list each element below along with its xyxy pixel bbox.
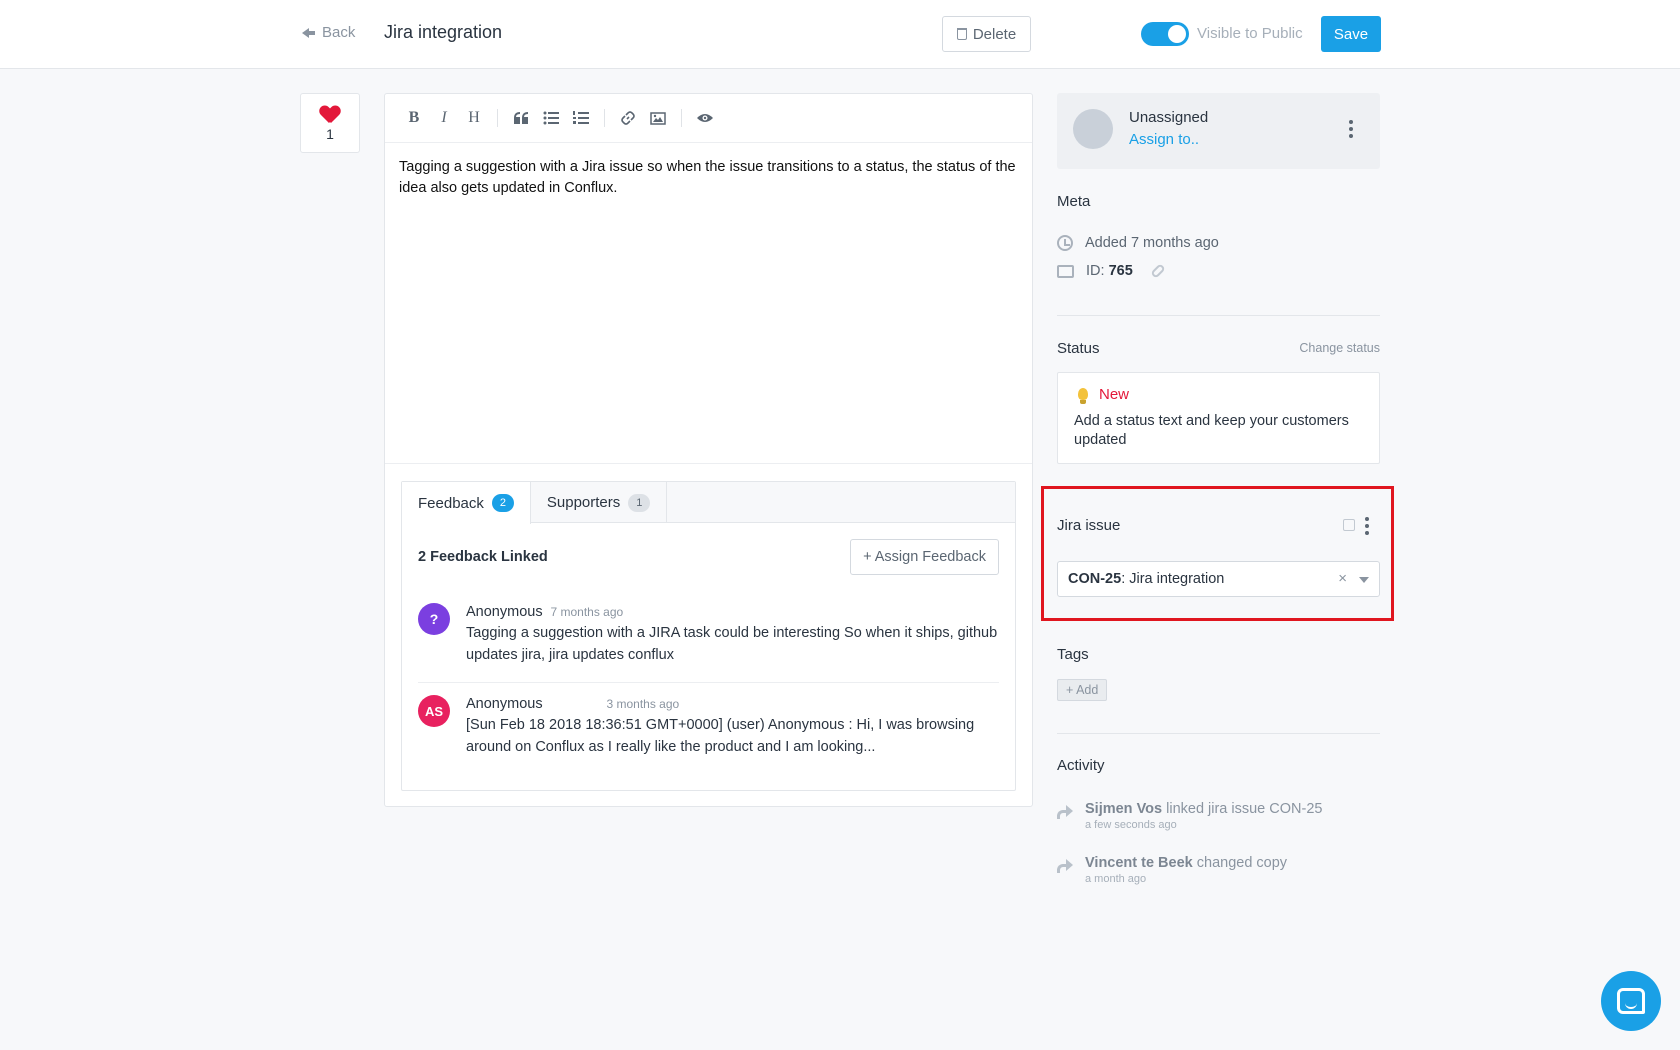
jira-issue-select[interactable]: CON-25 : Jira integration × — [1057, 561, 1380, 597]
feedback-text: Tagging a suggestion with a JIRA task co… — [466, 625, 998, 663]
vote-box[interactable]: 1 — [300, 93, 360, 153]
chat-launcher-button[interactable] — [1601, 971, 1661, 1031]
tags-title: Tags — [1057, 646, 1089, 663]
jira-issue-key: CON-25 — [1068, 571, 1122, 587]
divider — [1057, 733, 1380, 734]
image-icon[interactable] — [643, 103, 673, 133]
supporters-count-badge: 1 — [628, 493, 651, 512]
delete-label: Delete — [972, 25, 1017, 43]
more-vertical-icon[interactable] — [1365, 517, 1369, 535]
feedback-time: 7 months ago — [550, 605, 624, 619]
chat-icon — [1617, 988, 1645, 1014]
link-icon[interactable] — [613, 103, 643, 133]
avatar — [1073, 109, 1113, 149]
editor: B I H Tagging a suggestion with a Jira i… — [384, 93, 1033, 807]
change-status-link[interactable]: Change status — [1299, 341, 1380, 355]
feedback-header: 2 Feedback Linked + Assign Feedback — [418, 539, 999, 575]
activity-actor[interactable]: Sijmen Vos — [1085, 801, 1162, 817]
add-tag-button[interactable]: + Add — [1057, 679, 1108, 701]
save-button[interactable]: Save — [1321, 16, 1381, 52]
vote-count: 1 — [326, 126, 334, 142]
link-icon[interactable] — [1149, 263, 1166, 279]
activity-actor[interactable]: Vincent te Beek — [1085, 855, 1193, 871]
feedback-body: Anonymous 7 months ago Tagging a suggest… — [466, 603, 999, 682]
trash-icon — [956, 28, 967, 40]
status-description: Add a status text and keep your customer… — [1074, 413, 1349, 448]
visible-to-public-toggle[interactable] — [1141, 22, 1189, 46]
divider — [1057, 315, 1380, 316]
editor-content[interactable]: Tagging a suggestion with a Jira issue s… — [385, 143, 1032, 463]
assign-feedback-button[interactable]: + Assign Feedback — [850, 539, 999, 575]
back-link[interactable]: Back — [302, 24, 355, 41]
external-link-icon[interactable] — [1343, 519, 1355, 531]
feedback-count-badge: 2 — [491, 494, 514, 512]
jira-issue-title: Jira issue — [1057, 517, 1121, 534]
meta-id-value: 765 — [1108, 263, 1133, 279]
clear-icon[interactable]: × — [1338, 570, 1347, 587]
feedback-item[interactable]: ? Anonymous 7 months ago Tagging a sugge… — [418, 603, 999, 683]
italic-button[interactable]: I — [429, 103, 459, 133]
assignee-card: Unassigned Assign to.. — [1057, 93, 1380, 169]
toolbar-divider — [604, 109, 605, 127]
feedback-tabs: Feedback 2 Supporters 1 — [402, 482, 1015, 524]
ticket-icon — [1057, 264, 1074, 278]
jira-issue-summary: : Jira integration — [1121, 571, 1225, 587]
share-arrow-icon — [1057, 805, 1073, 819]
feedback-panel: Feedback 2 Supporters 1 2 Feedback Linke… — [401, 481, 1016, 791]
meta-added: Added 7 months ago — [1057, 235, 1219, 251]
activity-time: a month ago — [1085, 873, 1147, 885]
top-bar: Back Jira integration Delete Visible to … — [0, 0, 1680, 69]
feedback-author: Anonymous — [466, 604, 543, 620]
quote-icon[interactable] — [506, 103, 536, 133]
meta-title: Meta — [1057, 193, 1091, 210]
feedback-author: Anonymous — [466, 696, 543, 712]
feedback-time: 3 months ago — [606, 697, 680, 711]
activity-item: Sijmen Vos linked jira issue CON-25 a fe… — [1057, 801, 1322, 831]
lightbulb-icon — [1078, 388, 1088, 404]
activity-item: Vincent te Beek changed copy a month ago — [1057, 855, 1287, 885]
feedback-body: Anonymous 3 months ago [Sun Feb 18 2018 … — [466, 695, 999, 758]
activity-title: Activity — [1057, 757, 1105, 774]
heading-button[interactable]: H — [459, 103, 489, 133]
tab-feedback-label: Feedback — [418, 494, 484, 512]
avatar: AS — [418, 695, 450, 727]
preview-icon[interactable] — [690, 103, 720, 133]
activity-action: changed copy — [1192, 855, 1288, 871]
tab-supporters-label: Supporters — [546, 494, 621, 511]
status-card[interactable]: New Add a status text and keep your cust… — [1057, 372, 1380, 464]
feedback-linked-count: 2 Feedback Linked — [418, 549, 548, 565]
visible-to-public-label: Visible to Public — [1197, 25, 1303, 42]
meta-added-text: Added 7 months ago — [1085, 235, 1219, 251]
feedback-text: [Sun Feb 18 2018 18:36:51 GMT+0000] (use… — [466, 717, 975, 755]
assign-to-link[interactable]: Assign to.. — [1129, 131, 1199, 148]
feedback-item[interactable]: AS Anonymous 3 months ago [Sun Feb 18 20… — [418, 695, 999, 758]
delete-button[interactable]: Delete — [942, 16, 1031, 52]
bullet-list-icon[interactable] — [536, 103, 566, 133]
numbered-list-icon[interactable] — [566, 103, 596, 133]
back-label: Back — [322, 24, 356, 41]
more-vertical-icon[interactable] — [1349, 120, 1353, 138]
toolbar-divider — [681, 109, 682, 127]
meta-id-label: ID: — [1086, 263, 1105, 279]
bold-button[interactable]: B — [399, 103, 429, 133]
jira-highlight-box — [1041, 486, 1394, 621]
editor-divider — [385, 463, 1032, 464]
page-title: Jira integration — [384, 22, 503, 42]
arrow-left-icon — [302, 26, 316, 40]
assignee-name: Unassigned — [1129, 109, 1209, 126]
heart-icon — [320, 106, 340, 124]
activity-time: a few seconds ago — [1085, 819, 1177, 831]
share-arrow-icon — [1057, 859, 1073, 873]
chevron-down-icon[interactable] — [1359, 577, 1369, 583]
tab-feedback[interactable]: Feedback 2 — [402, 482, 531, 524]
status-title: Status — [1057, 340, 1100, 357]
clock-icon — [1057, 235, 1073, 251]
meta-id: ID: 765 — [1057, 263, 1166, 279]
editor-toolbar: B I H — [385, 94, 1032, 143]
toolbar-divider — [497, 109, 498, 127]
avatar: ? — [418, 603, 450, 635]
activity-action: linked jira issue CON-25 — [1162, 801, 1323, 817]
status-name: New — [1099, 386, 1130, 403]
tab-supporters[interactable]: Supporters 1 — [531, 482, 668, 523]
